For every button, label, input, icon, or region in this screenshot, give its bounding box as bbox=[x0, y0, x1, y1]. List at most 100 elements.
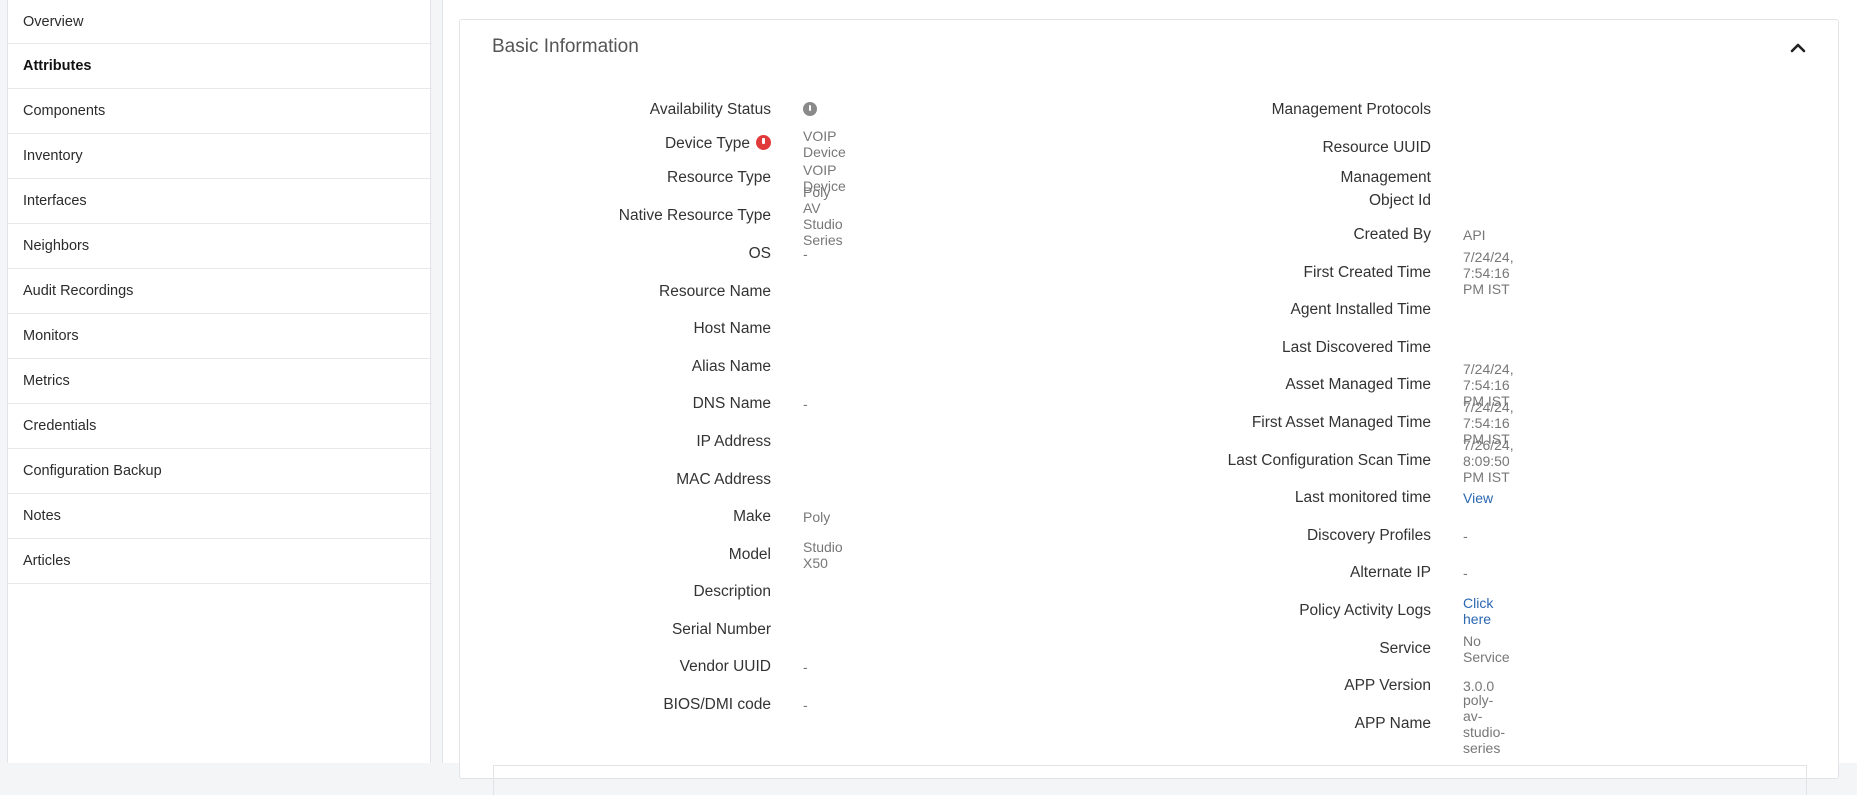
attr-row: Last monitored time View bbox=[1080, 486, 1493, 510]
sidebar-item-metrics[interactable]: Metrics bbox=[8, 359, 432, 404]
attr-value: Poly bbox=[803, 509, 831, 525]
attr-label: Resource UUID bbox=[1322, 139, 1431, 156]
attr-row: First Asset Managed Time 7/24/24, 7:54:1… bbox=[1080, 399, 1514, 447]
attr-label: Vendor UUID bbox=[679, 658, 771, 675]
next-section-panel bbox=[493, 765, 1807, 795]
main-content: Basic Information Availability Status De… bbox=[442, 0, 1857, 795]
attr-value: - bbox=[803, 246, 808, 262]
attr-label: IP Address bbox=[696, 433, 771, 450]
attr-label: MAC Address bbox=[676, 471, 771, 488]
attr-label: APP Name bbox=[1354, 715, 1431, 732]
attr-label: Host Name bbox=[693, 320, 771, 337]
attr-row: MAC Address bbox=[460, 468, 771, 492]
attr-value: - bbox=[803, 659, 808, 675]
attr-row: APP Name poly-av-studio-series bbox=[1080, 692, 1505, 756]
attr-row: APP Version 3.0.0 bbox=[1080, 674, 1494, 698]
attr-row: Last Configuration Scan Time 7/26/24, 8:… bbox=[1080, 437, 1514, 485]
panel-title: Basic Information bbox=[492, 36, 639, 57]
attr-label: OS bbox=[748, 245, 771, 262]
attr-row: First Created Time 7/24/24, 7:54:16 PM I… bbox=[1080, 249, 1514, 297]
attr-label: Serial Number bbox=[671, 621, 771, 638]
sidebar-item-credentials[interactable]: Credentials bbox=[8, 404, 432, 449]
sidebar-item-components[interactable]: Components bbox=[8, 89, 432, 134]
attr-row: Policy Activity Logs Click here bbox=[1080, 595, 1493, 627]
attr-label: Native Resource Type bbox=[618, 207, 771, 224]
attr-label: Resource Type bbox=[667, 169, 771, 186]
attr-row: Management Protocols bbox=[1080, 98, 1431, 122]
sidebar-item-overview[interactable]: Overview bbox=[8, 0, 432, 44]
attr-row: Model Studio X50 bbox=[460, 539, 843, 571]
attr-label: Discovery Profiles bbox=[1306, 527, 1431, 544]
attr-label: Last monitored time bbox=[1294, 489, 1431, 506]
attr-row: Asset Managed Time 7/24/24, 7:54:16 PM I… bbox=[1080, 361, 1513, 409]
chevron-up-icon[interactable] bbox=[1786, 36, 1810, 60]
attr-row: Host Name bbox=[460, 317, 771, 341]
sidebar-item-articles[interactable]: Articles bbox=[8, 539, 432, 584]
sidebar-item-inventory[interactable]: Inventory bbox=[8, 134, 432, 179]
sidebar-item-interfaces[interactable]: Interfaces bbox=[8, 179, 432, 224]
attr-row: Discovery Profiles - bbox=[1080, 524, 1468, 548]
attr-label: Alias Name bbox=[691, 358, 771, 375]
attr-row: Last Discovered Time bbox=[1080, 336, 1431, 360]
attr-label: Created By bbox=[1353, 226, 1431, 243]
attr-row: OS - bbox=[460, 242, 808, 266]
click-here-link[interactable]: Click here bbox=[1463, 595, 1493, 627]
attr-label: Management Protocols bbox=[1271, 101, 1431, 118]
sidebar-item-configuration-backup[interactable]: Configuration Backup bbox=[8, 449, 432, 494]
attr-value: Poly AV Studio Series bbox=[803, 184, 843, 248]
attr-label: First Created Time bbox=[1303, 264, 1431, 281]
attr-label: Management Object Id bbox=[1080, 166, 1431, 212]
attr-label: APP Version bbox=[1344, 677, 1431, 694]
attr-label: Asset Managed Time bbox=[1285, 376, 1431, 393]
attr-label: Agent Installed Time bbox=[1290, 301, 1431, 318]
attr-row: Serial Number bbox=[460, 618, 771, 642]
attr-row: BIOS/DMI code - bbox=[460, 693, 807, 717]
attr-label: Policy Activity Logs bbox=[1299, 602, 1431, 619]
attr-value: poly-av-studio-series bbox=[1463, 692, 1506, 756]
attr-value: No Service bbox=[1463, 633, 1510, 665]
attr-value: 7/24/24, 7:54:16 PM IST bbox=[1463, 249, 1514, 297]
attr-label: DNS Name bbox=[692, 395, 771, 412]
attr-label: Model bbox=[728, 546, 771, 563]
sidebar-item-neighbors[interactable]: Neighbors bbox=[8, 224, 432, 269]
attr-row: Resource Type VOIP Device bbox=[460, 162, 846, 194]
info-icon[interactable] bbox=[803, 102, 817, 119]
attr-row: Alternate IP - bbox=[1080, 561, 1468, 585]
sidebar-nav: Overview Attributes Components Inventory… bbox=[7, 0, 432, 763]
attr-value: 7/26/24, 8:09:50 PM IST bbox=[1463, 437, 1514, 485]
attr-row: Make Poly bbox=[460, 505, 830, 529]
attr-row: Resource Name bbox=[460, 280, 771, 304]
attr-label: Last Discovered Time bbox=[1281, 339, 1431, 356]
attr-row: Vendor UUID - bbox=[460, 655, 808, 679]
basic-information-panel: Basic Information Availability Status De… bbox=[459, 19, 1839, 795]
attr-row: Management Object Id bbox=[1080, 166, 1431, 212]
attr-label: Device Type bbox=[664, 135, 750, 152]
attr-row: Agent Installed Time bbox=[1080, 298, 1431, 322]
attr-label: Resource Name bbox=[659, 283, 771, 300]
sidebar-item-audit-recordings[interactable]: Audit Recordings bbox=[8, 269, 432, 314]
attr-row: Resource UUID bbox=[1080, 136, 1431, 160]
attr-value: - bbox=[1463, 565, 1468, 581]
error-icon[interactable] bbox=[756, 135, 771, 150]
view-link[interactable]: View bbox=[1463, 490, 1493, 506]
attr-value: Studio X50 bbox=[803, 539, 843, 571]
attr-row: Service No Service bbox=[1080, 633, 1509, 665]
attr-label: Description bbox=[693, 583, 771, 600]
attr-row: Device Type VOIP Device bbox=[460, 128, 846, 160]
attr-label: Service bbox=[1379, 640, 1431, 657]
attr-label: Make bbox=[733, 508, 771, 525]
attr-label: BIOS/DMI code bbox=[663, 696, 771, 713]
attr-row: Native Resource Type Poly AV Studio Seri… bbox=[460, 184, 843, 248]
attr-value: - bbox=[803, 697, 808, 713]
attr-label: Alternate IP bbox=[1350, 564, 1431, 581]
attr-label-line1: Management bbox=[1340, 169, 1431, 186]
sidebar-item-notes[interactable]: Notes bbox=[8, 494, 432, 539]
sidebar-item-attributes[interactable]: Attributes bbox=[8, 44, 432, 89]
attr-value: VOIP Device bbox=[803, 128, 846, 160]
sidebar-item-monitors[interactable]: Monitors bbox=[8, 314, 432, 359]
attr-row: Alias Name bbox=[460, 355, 771, 379]
attr-label-wrap: Device Type bbox=[460, 135, 771, 153]
attr-label: Last Configuration Scan Time bbox=[1227, 452, 1431, 469]
attr-row: Description bbox=[460, 580, 771, 604]
attr-label-line2: Object Id bbox=[1368, 192, 1431, 209]
